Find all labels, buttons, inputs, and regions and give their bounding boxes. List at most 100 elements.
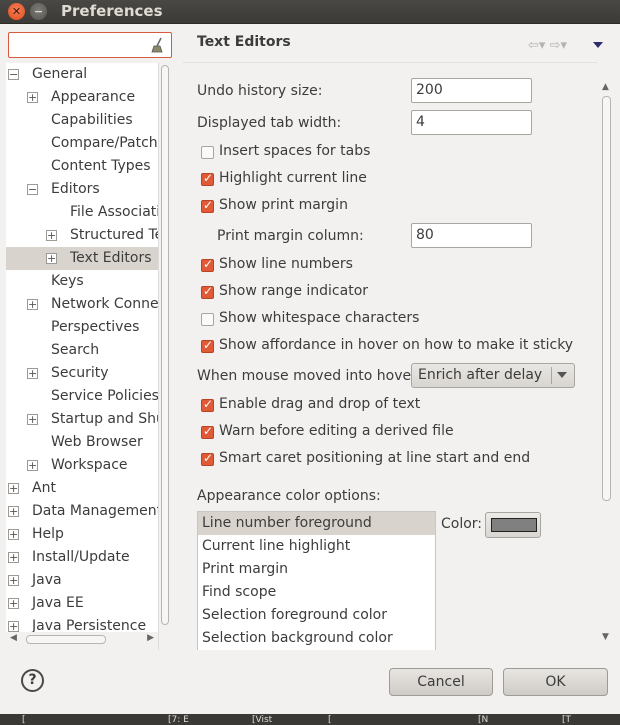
tree-item-java-ee[interactable]: + Java EE: [6, 592, 158, 615]
show-affordance-in-hover-on-how-to-make-it-sticky-label[interactable]: Show affordance in hover on how to make …: [219, 337, 573, 353]
show-whitespace-characters-label[interactable]: Show whitespace characters: [219, 310, 419, 326]
taskbar-item[interactable]: [Vist: [252, 715, 272, 725]
show-line-numbers-label[interactable]: Show line numbers: [219, 256, 353, 272]
scroll-down-icon[interactable]: ▼: [602, 632, 609, 642]
show-line-numbers-checkbox[interactable]: [201, 257, 214, 272]
tree-item-content-types[interactable]: Content Types: [6, 155, 158, 178]
scroll-right-icon[interactable]: ▶: [147, 633, 154, 643]
color-option-selection-background-color[interactable]: Selection background color: [198, 627, 435, 650]
expand-icon[interactable]: +: [27, 460, 38, 471]
enable-drag-and-drop-of-text-label[interactable]: Enable drag and drop of text: [219, 396, 420, 412]
tree-item-help[interactable]: + Help: [6, 523, 158, 546]
show-range-indicator-label[interactable]: Show range indicator: [219, 283, 368, 299]
expand-icon[interactable]: +: [27, 92, 38, 103]
tree-item-file-associati[interactable]: File Associati: [6, 201, 158, 224]
smart-caret-positioning-at-line-start-and-end-checkbox[interactable]: [201, 451, 214, 466]
color-picker-button[interactable]: [485, 512, 541, 538]
tree-item-data-management[interactable]: + Data Management: [6, 500, 158, 523]
tab-width-input[interactable]: 4: [411, 110, 532, 135]
expand-icon[interactable]: +: [46, 230, 57, 241]
forward-arrow-icon[interactable]: ⇨▾: [550, 38, 567, 53]
close-icon[interactable]: ✕: [8, 3, 25, 20]
color-option-line-number-foreground[interactable]: Line number foreground: [198, 512, 435, 535]
tree-horizontal-scroll-thumb[interactable]: [26, 635, 106, 644]
tree-vertical-scrollbar[interactable]: [158, 63, 172, 654]
tree-item-editors[interactable]: − Editors: [6, 178, 158, 201]
expand-icon[interactable]: +: [8, 552, 19, 563]
tree-item-security[interactable]: + Security: [6, 362, 158, 385]
back-arrow-icon[interactable]: ⇦▾: [528, 38, 545, 53]
tree-item-network-connec[interactable]: + Network Connec: [6, 293, 158, 316]
hover-behavior-dropdown[interactable]: Enrich after delay: [411, 363, 575, 388]
appearance-color-list[interactable]: Line number foreground Current line highl…: [197, 511, 436, 651]
minimize-icon[interactable]: −: [30, 3, 47, 20]
tree-vertical-scroll-thumb[interactable]: [161, 65, 169, 625]
ok-button[interactable]: OK: [503, 668, 608, 696]
expand-icon[interactable]: +: [46, 253, 57, 264]
highlight-current-line-label[interactable]: Highlight current line: [219, 170, 367, 186]
taskbar-item[interactable]: [N: [478, 715, 488, 725]
tree-item-search[interactable]: Search: [6, 339, 158, 362]
warn-before-editing-a-derived-file-checkbox[interactable]: [201, 424, 214, 439]
expand-icon[interactable]: +: [27, 299, 38, 310]
tree-item-compare-patch[interactable]: Compare/Patch: [6, 132, 158, 155]
tree-item-java-persistence[interactable]: + Java Persistence: [6, 615, 158, 632]
page-vertical-scrollbar[interactable]: ▲ ▼: [600, 82, 614, 642]
help-icon[interactable]: ?: [21, 669, 44, 692]
taskbar-item[interactable]: [: [22, 715, 26, 725]
cancel-button[interactable]: Cancel: [389, 668, 493, 696]
show-print-margin-label[interactable]: Show print margin: [219, 197, 348, 213]
tree-item-keys[interactable]: Keys: [6, 270, 158, 293]
collapse-icon[interactable]: −: [8, 69, 19, 80]
warn-before-editing-a-derived-file-label[interactable]: Warn before editing a derived file: [219, 423, 454, 439]
filter-input[interactable]: [8, 32, 172, 58]
preferences-tree[interactable]: − General + Appearance Capabilities Compare/P…: [6, 63, 158, 632]
expand-icon[interactable]: +: [8, 483, 19, 494]
tree-item-capabilities[interactable]: Capabilities: [6, 109, 158, 132]
expand-icon[interactable]: +: [8, 575, 19, 586]
taskbar-item[interactable]: [: [328, 715, 332, 725]
color-option-selection-foreground-color[interactable]: Selection foreground color: [198, 604, 435, 627]
tree-item-perspectives[interactable]: Perspectives: [6, 316, 158, 339]
expand-icon[interactable]: +: [8, 529, 19, 540]
expand-icon[interactable]: +: [8, 506, 19, 517]
enable-drag-and-drop-of-text-checkbox[interactable]: [201, 397, 214, 412]
expand-icon[interactable]: +: [8, 621, 19, 632]
tree-item-web-browser[interactable]: Web Browser: [6, 431, 158, 454]
show-range-indicator-checkbox[interactable]: [201, 284, 214, 299]
tree-item-java[interactable]: + Java: [6, 569, 158, 592]
tree-item-general[interactable]: − General: [6, 63, 158, 86]
show-print-margin-checkbox[interactable]: [201, 198, 214, 213]
insert-spaces-for-tabs-label[interactable]: Insert spaces for tabs: [219, 143, 370, 159]
taskbar-item[interactable]: [T: [562, 715, 571, 725]
tree-item-ant[interactable]: + Ant: [6, 477, 158, 500]
color-option-find-scope[interactable]: Find scope: [198, 581, 435, 604]
collapse-icon[interactable]: −: [27, 184, 38, 195]
insert-spaces-for-tabs-checkbox[interactable]: [201, 146, 214, 159]
tree-item-appearance[interactable]: + Appearance: [6, 86, 158, 109]
tree-horizontal-scrollbar[interactable]: ◀ ▶: [6, 632, 158, 647]
expand-icon[interactable]: +: [27, 368, 38, 379]
expand-icon[interactable]: +: [27, 414, 38, 425]
tree-item-text-editors[interactable]: + Text Editors: [6, 247, 158, 270]
scroll-up-icon[interactable]: ▲: [602, 82, 609, 92]
smart-caret-positioning-at-line-start-and-end-label[interactable]: Smart caret positioning at line start an…: [219, 450, 530, 466]
tree-item-service-policies[interactable]: Service Policies: [6, 385, 158, 408]
color-option-current-line-highlight[interactable]: Current line highlight: [198, 535, 435, 558]
tree-item-startup-and-shut[interactable]: + Startup and Shut: [6, 408, 158, 431]
expand-icon[interactable]: +: [8, 598, 19, 609]
tree-item-structured-te[interactable]: + Structured Te: [6, 224, 158, 247]
color-option-print-margin[interactable]: Print margin: [198, 558, 435, 581]
show-whitespace-characters-checkbox[interactable]: [201, 313, 214, 326]
show-affordance-in-hover-on-how-to-make-it-sticky-checkbox[interactable]: [201, 338, 214, 353]
highlight-current-line-checkbox[interactable]: [201, 171, 214, 186]
tree-item-install-update[interactable]: + Install/Update: [6, 546, 158, 569]
broom-icon[interactable]: [151, 37, 165, 53]
scroll-left-icon[interactable]: ◀: [10, 633, 17, 643]
taskbar-item[interactable]: [7: E: [168, 715, 189, 725]
view-menu-icon[interactable]: [593, 42, 603, 48]
page-vertical-scroll-thumb[interactable]: [602, 96, 611, 501]
tree-item-workspace[interactable]: + Workspace: [6, 454, 158, 477]
undo-history-input[interactable]: 200: [411, 78, 532, 103]
print-margin-column-input[interactable]: 80: [411, 223, 532, 248]
